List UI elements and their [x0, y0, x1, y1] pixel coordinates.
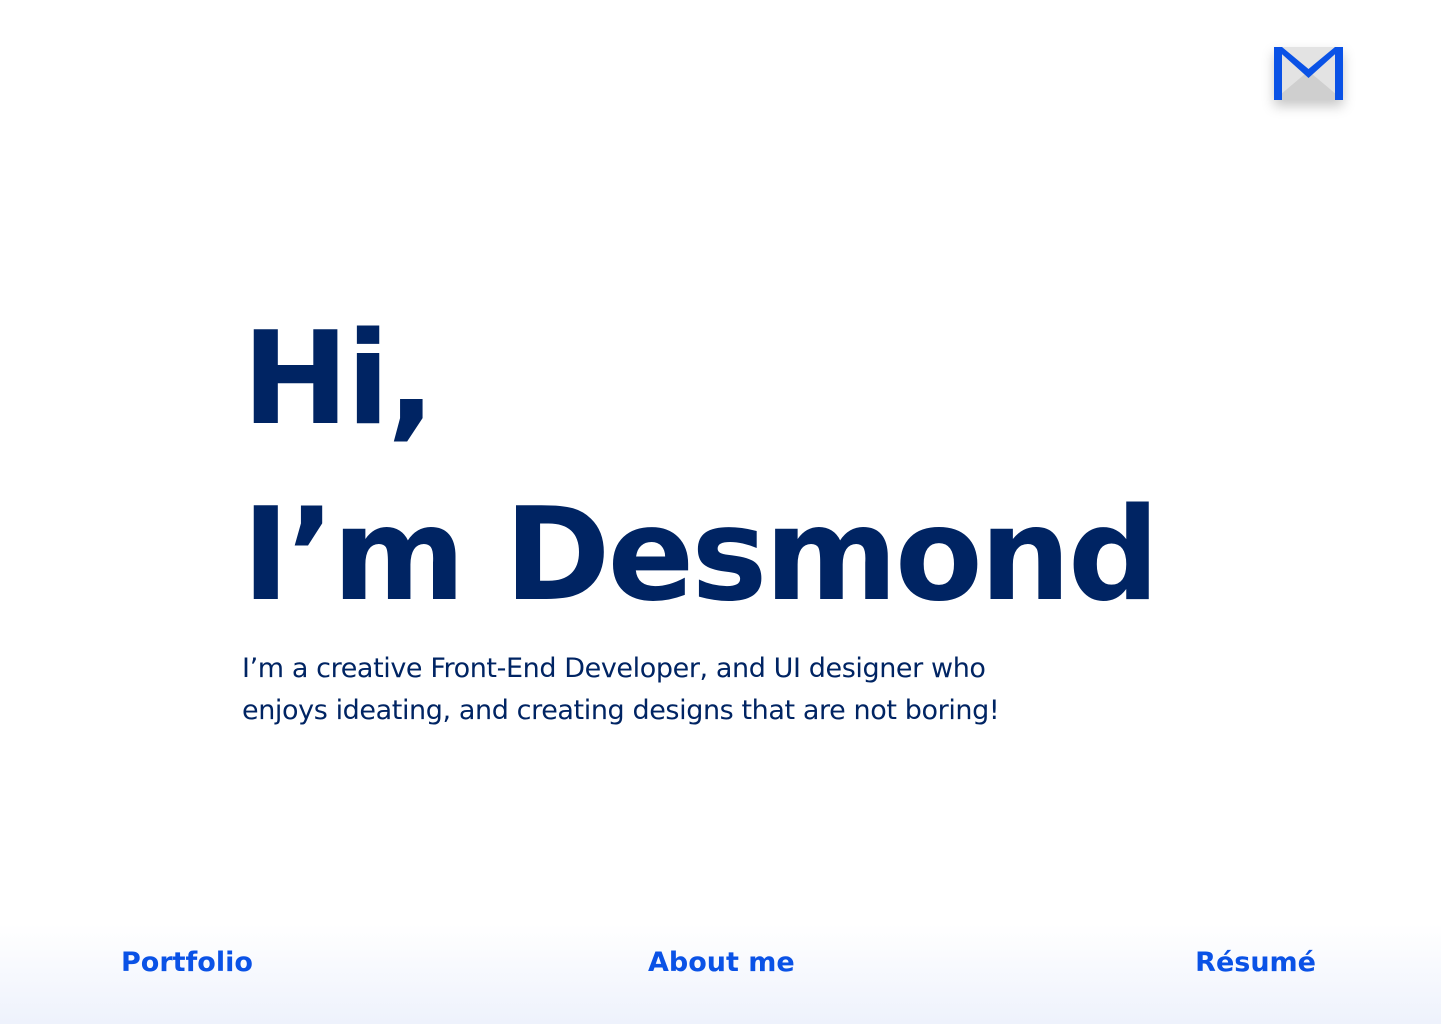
hero-heading: Hi, I’m Desmond [242, 292, 1202, 644]
nav-portfolio-link[interactable]: Portfolio [121, 946, 253, 980]
nav-about-link[interactable]: About me [648, 946, 795, 980]
intro-text: I’m a creative Front-End Developer, and … [242, 648, 1122, 732]
page: Hi, I’m Desmond I’m a creative Front-End… [0, 0, 1441, 1024]
mail-button[interactable] [1274, 47, 1343, 100]
mail-icon [1274, 47, 1343, 100]
intro-line-2: enjoys ideating, and creating designs th… [242, 695, 1000, 726]
nav-resume-link[interactable]: Résumé [1195, 946, 1316, 980]
name-line: I’m Desmond [242, 481, 1160, 630]
bottom-nav: Portfolio About me Résumé [0, 924, 1441, 1024]
intro-line-1: I’m a creative Front-End Developer, and … [242, 653, 986, 684]
greeting: Hi, [242, 305, 436, 454]
